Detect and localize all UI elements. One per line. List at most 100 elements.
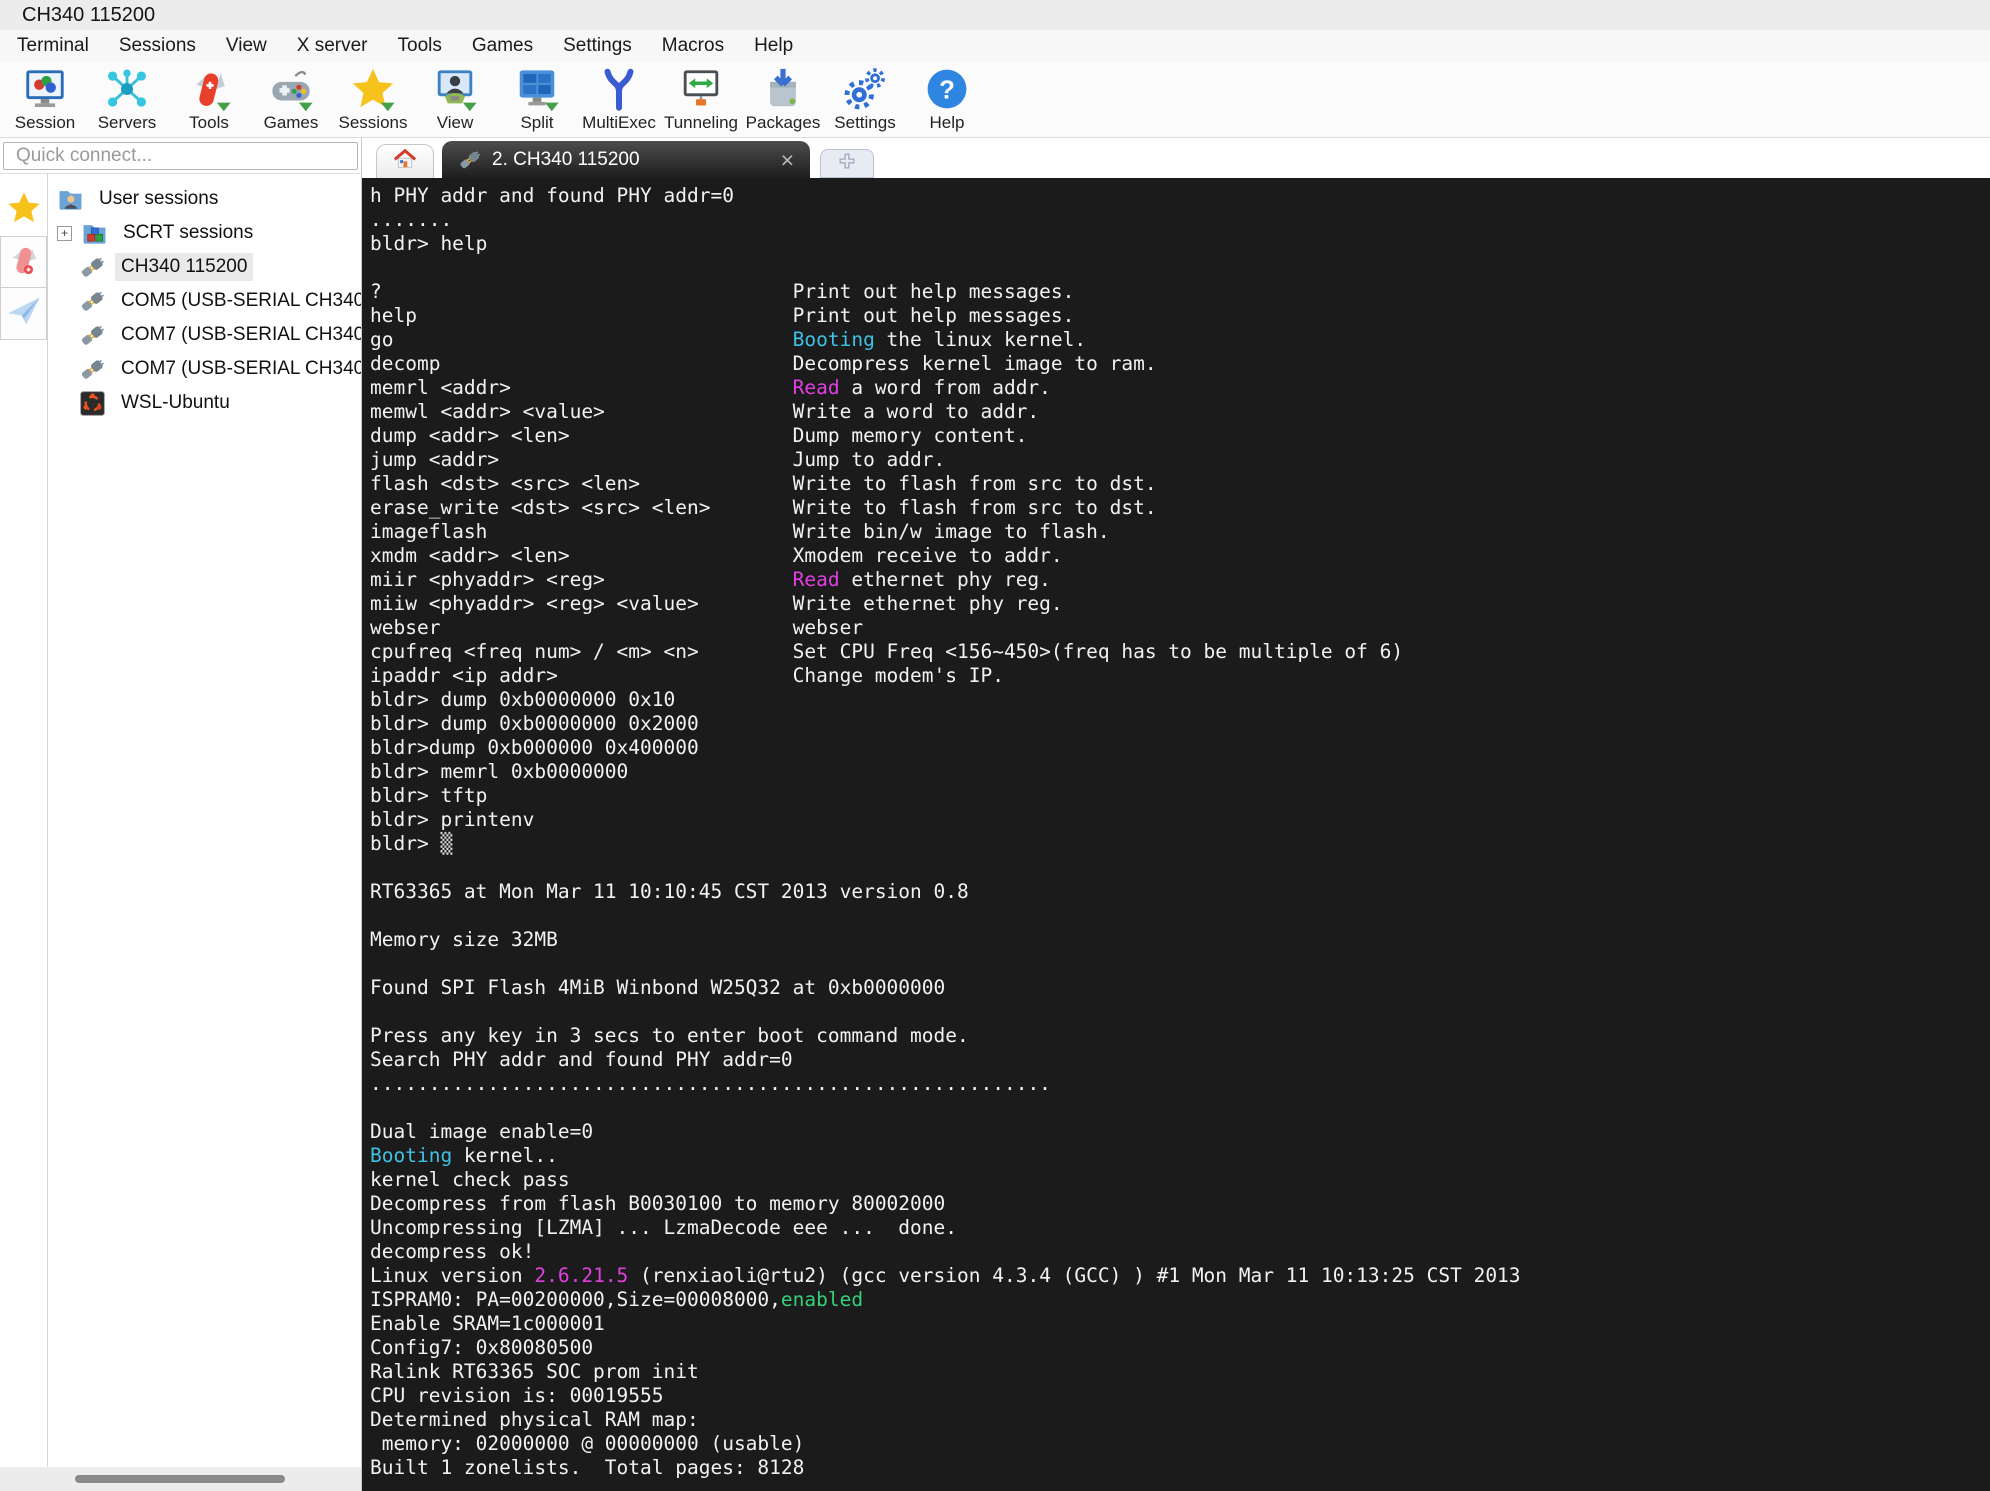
terminal-line: ? Print out help messages. <box>370 280 1075 303</box>
terminal-line: help Print out help messages. <box>370 304 1075 327</box>
terminal-line: Enable SRAM=1c000001 <box>370 1312 605 1335</box>
tools-knife-button[interactable] <box>0 236 47 288</box>
toolbar-session-button[interactable]: Session <box>4 62 86 133</box>
toolbar-settings-button[interactable]: Settings <box>824 62 906 133</box>
tree-expander-icon[interactable]: + <box>57 225 72 241</box>
session-item-user-sessions[interactable]: User sessions <box>48 182 361 216</box>
terminal-output[interactable]: h PHY addr and found PHY addr=0....... bl… <box>362 178 1990 1491</box>
window-title: CH340 115200 <box>22 3 156 26</box>
command-description: Write a word to addr. <box>792 400 1040 423</box>
toolbar-label: View <box>436 113 474 132</box>
toolbar-view-button[interactable]: View <box>414 62 496 133</box>
session-item-ch340-115200[interactable]: CH340 115200 <box>48 250 361 284</box>
toolbar-label: Session <box>14 113 76 132</box>
session-item-wsl-ubuntu[interactable]: WSL-Ubuntu <box>48 386 361 420</box>
command-description: webser <box>792 616 864 639</box>
toolbar-packages-button[interactable]: Packages <box>742 62 824 133</box>
command-description: Write to flash from src to dst. <box>792 496 1157 519</box>
new-tab-button[interactable] <box>820 149 874 178</box>
tools-icon <box>186 66 232 112</box>
toolbar-label: Split <box>520 113 554 132</box>
toolbar-tools-button[interactable]: Tools <box>168 62 250 133</box>
toolbar-multiexec-button[interactable]: MultiExec <box>578 62 660 133</box>
tab-ch340-115200[interactable]: 2. CH340 115200 × <box>442 141 810 178</box>
terminal-line: ....... <box>370 208 453 231</box>
tab-close-icon[interactable]: × <box>781 148 794 171</box>
menu-games[interactable]: Games <box>457 32 548 60</box>
toolbar-servers-button[interactable]: Servers <box>86 62 168 133</box>
plane-icon <box>6 293 42 334</box>
session-label: SCRT sessions <box>123 222 254 243</box>
content-area: User sessions + SCRT sessions CH340 115200 C… <box>0 138 1990 1491</box>
terminal-line: dump <addr> <len> Dump memory content. <box>370 424 1028 447</box>
menu-x-server[interactable]: X server <box>282 32 383 60</box>
sessions-star-icon <box>350 66 396 112</box>
terminal-line: flash <dst> <src> <len> Write to flash fr… <box>370 472 1157 495</box>
session-item-com7-usb-serial-ch340-co[interactable]: COM7 (USB-SERIAL CH340 (CO <box>48 352 361 386</box>
servers-icon <box>104 66 150 112</box>
command-description: Print out help messages. <box>792 304 1075 327</box>
toolbar-label: Packages <box>745 113 821 132</box>
toolbar-label: Settings <box>834 113 896 132</box>
menu-macros[interactable]: Macros <box>647 32 739 60</box>
toolbar-games-button[interactable]: Games <box>250 62 332 133</box>
terminal-line: bldr>dump 0xb000000 0x400000 <box>370 736 699 759</box>
terminal-line: miiw <phyaddr> <reg> <value> Write ethern… <box>370 592 1063 615</box>
session-label: CH340 115200 <box>115 253 254 281</box>
terminal-line: bldr> tftp <box>370 784 488 807</box>
menu-view[interactable]: View <box>211 32 282 60</box>
session-item-com7-usb-serial-ch340-co[interactable]: COM7 (USB-SERIAL CH340 (CO <box>48 318 361 352</box>
sidebar-horizontal-scrollbar[interactable] <box>0 1467 361 1491</box>
terminal-line: Search PHY addr and found PHY addr=0 <box>370 1048 793 1071</box>
session-item-scrt-sessions[interactable]: + SCRT sessions <box>48 216 361 250</box>
multiexec-icon <box>596 66 642 112</box>
terminal-line: Built 1 zonelists. Total pages: 8128 <box>370 1456 805 1479</box>
session-item-com5-usb-serial-ch340-co[interactable]: COM5 (USB-SERIAL CH340 (CO <box>48 284 361 318</box>
menu-terminal[interactable]: Terminal <box>2 32 104 60</box>
terminal-line: memory: 02000000 @ 00000000 (usable) <box>370 1432 805 1455</box>
terminal-line: cpufreq <freq num> / <m> <n> Set CPU Freq… <box>370 640 1404 663</box>
terminal-line: jump <addr> Jump to addr. <box>370 448 946 471</box>
cubes-folder-icon <box>81 220 108 247</box>
menu-help[interactable]: Help <box>739 32 808 60</box>
favorites-star-button[interactable] <box>0 184 47 236</box>
scrollbar-thumb[interactable] <box>75 1475 285 1483</box>
star-icon <box>6 190 42 231</box>
session-label: COM7 (USB-SERIAL CH340 (CO <box>121 324 361 345</box>
command-description: Write to flash from src to dst. <box>792 472 1157 495</box>
toolbar-tunneling-button[interactable]: Tunneling <box>660 62 742 133</box>
terminal-line: h PHY addr and found PHY addr=0 <box>370 184 734 207</box>
command-description: Read ethernet phy reg. <box>792 568 1051 591</box>
toolbar-split-button[interactable]: Split <box>496 62 578 133</box>
toolbar-label: Help <box>929 113 965 132</box>
view-icon <box>432 66 478 112</box>
games-icon <box>268 66 314 112</box>
send-plane-button[interactable] <box>0 288 47 340</box>
quick-connect-input[interactable] <box>3 142 358 170</box>
toolbar-help-button[interactable]: ? Help <box>906 62 988 133</box>
menu-settings[interactable]: Settings <box>548 32 647 60</box>
menu-sessions[interactable]: Sessions <box>104 32 211 60</box>
terminal-line: bldr> dump 0xb0000000 0x10 <box>370 688 676 711</box>
tunneling-icon <box>678 66 724 112</box>
serial-plug-icon <box>458 148 482 172</box>
menu-tools[interactable]: Tools <box>383 32 457 60</box>
split-icon <box>514 66 560 112</box>
command-description: Write ethernet phy reg. <box>792 592 1063 615</box>
home-icon <box>393 147 417 176</box>
tab-bar: 2. CH340 115200 × <box>362 138 1990 178</box>
settings-icon <box>842 66 888 112</box>
serial-plug-icon <box>79 288 106 315</box>
knife-icon <box>6 242 42 283</box>
help-icon: ? <box>924 66 970 112</box>
toolbar-sessions-button[interactable]: Sessions <box>332 62 414 133</box>
terminal-line: Booting kernel.. <box>370 1144 558 1167</box>
terminal-line: memrl <addr> Read a word from addr. <box>370 376 1051 399</box>
command-description: Write bin/w image to flash. <box>792 520 1110 543</box>
terminal-line: Ralink RT63365 SOC prom init <box>370 1360 699 1383</box>
tab-home[interactable] <box>376 144 434 178</box>
toolbar-label: MultiExec <box>582 113 656 132</box>
command-description: Dump memory content. <box>792 424 1028 447</box>
